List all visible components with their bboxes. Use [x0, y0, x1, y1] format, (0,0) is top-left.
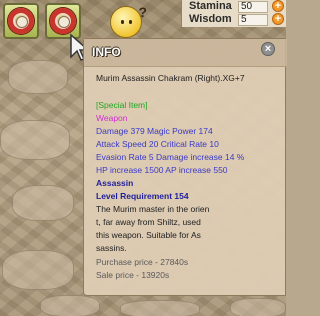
question-mark: ?: [138, 4, 147, 20]
info-title: INFO: [92, 45, 121, 59]
stamina-value: 50: [238, 1, 268, 13]
purchase-price: Purchase price - 27840s: [96, 257, 189, 267]
wisdom-value: 5: [238, 14, 268, 26]
description-line: The Murim master in the orien: [96, 204, 210, 214]
chakram-icon: [50, 8, 76, 34]
ground-stone: [2, 250, 74, 290]
stat-row-wisdom: Wisdom 5 +: [186, 13, 286, 26]
ground-stone: [0, 120, 70, 160]
wisdom-plus-button[interactable]: +: [272, 13, 284, 25]
stat-line: Evasion Rate 5 Damage increase 14 %: [96, 152, 245, 162]
description-line: this weapon. Suitable for As: [96, 230, 201, 240]
description-line: sassins.: [96, 243, 127, 253]
level-requirement: Level Requirement 154: [96, 191, 189, 201]
item-special-tag: [Special Item]: [96, 100, 148, 110]
ground-stone: [40, 295, 100, 316]
stat-line: HP increase 1500 AP increase 550: [96, 165, 228, 175]
item-type: Weapon: [96, 113, 128, 123]
info-header: INFO ×: [84, 39, 287, 67]
ground-stone: [230, 298, 286, 316]
stamina-plus-button[interactable]: +: [272, 0, 284, 12]
item-info-tooltip: INFO × Murim Assassin Chakram (Right).XG…: [83, 38, 287, 296]
item-class: Assassin: [96, 178, 134, 188]
equipped-chakram-left-slot[interactable]: [3, 3, 39, 39]
emote-eye: [129, 20, 132, 24]
chakram-icon: [8, 8, 34, 34]
stat-line: Attack Speed 20 Critical Rate 10: [96, 139, 219, 149]
ground-stone: [8, 60, 68, 94]
ground-stone: [120, 300, 200, 316]
stat-row-stamina: Stamina 50 +: [186, 0, 286, 13]
description-line: t, far away from Shiltz, used: [96, 217, 201, 227]
ground-stone: [12, 185, 74, 221]
wisdom-label: Wisdom: [189, 13, 232, 25]
sale-price: Sale price - 13920s: [96, 270, 170, 280]
emote-eye: [121, 20, 124, 24]
stat-line: Damage 379 Magic Power 174: [96, 126, 213, 136]
emote-icon[interactable]: ?: [110, 4, 147, 38]
stat-panel: Stamina 50 + Wisdom 5 +: [181, 0, 286, 27]
item-name: Murim Assassin Chakram (Right).XG+7: [96, 73, 245, 83]
close-button[interactable]: ×: [261, 42, 275, 56]
stamina-label: Stamina: [189, 0, 232, 12]
